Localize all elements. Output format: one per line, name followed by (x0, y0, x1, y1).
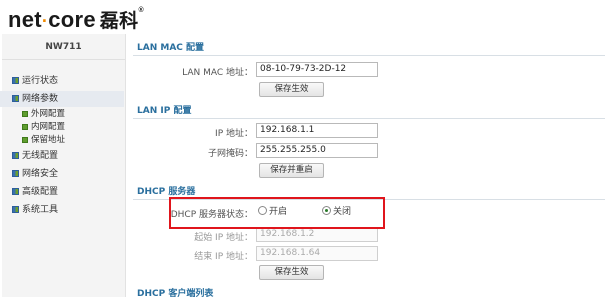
sidebar-item-security[interactable]: 网络安全 (0, 166, 124, 182)
brand-logo: net·core 磊科® (8, 7, 144, 32)
subnet-mask-label: 子网掩码： (207, 149, 253, 159)
square-icon (22, 124, 28, 130)
grid-icon (12, 206, 19, 213)
sidebar-subitem-reserved[interactable]: 保留地址 (0, 134, 124, 146)
save-mac-button[interactable]: 保存生效 (259, 82, 324, 97)
grid-icon (12, 77, 19, 84)
section-title-lan-mac: LAN MAC 配置 (133, 40, 605, 56)
grid-icon (12, 95, 19, 102)
sidebar-subitem-wan[interactable]: 外网配置 (0, 108, 124, 120)
end-ip-label: 结束 IP 地址： (194, 252, 253, 262)
highlight-box (169, 197, 385, 229)
header: net·core 磊科® (0, 0, 605, 34)
device-model: NW711 (2, 34, 125, 60)
ip-address-input[interactable]: 192.168.1.1 (256, 123, 378, 138)
sidebar-subitem-lan[interactable]: 内网配置 (0, 121, 124, 133)
start-ip-input[interactable]: 192.168.1.2 (256, 227, 378, 242)
sidebar-item-wireless[interactable]: 无线配置 (0, 148, 124, 164)
section-title-dhcp-clients: DHCP 客户端列表 (137, 289, 214, 297)
grid-icon (12, 170, 19, 177)
sidebar-item-advanced[interactable]: 高级配置 (0, 184, 124, 200)
grid-icon (12, 152, 19, 159)
save-dhcp-button[interactable]: 保存生效 (259, 265, 324, 280)
sidebar-item-network[interactable]: 网络参数 (0, 91, 124, 107)
end-ip-input[interactable]: 192.168.1.64 (256, 246, 378, 261)
ip-address-label: IP 地址： (215, 129, 253, 139)
sidebar-item-tools[interactable]: 系统工具 (0, 202, 124, 218)
start-ip-label: 起始 IP 地址： (194, 233, 253, 243)
square-icon (22, 111, 28, 117)
grid-icon (12, 188, 19, 195)
subnet-mask-input[interactable]: 255.255.255.0 (256, 143, 378, 158)
square-icon (22, 137, 28, 143)
lan-mac-input[interactable]: 08-10-79-73-2D-12 (256, 62, 378, 77)
save-restart-button[interactable]: 保存并重启 (259, 163, 324, 178)
sidebar-item-status[interactable]: 运行状态 (0, 73, 124, 89)
section-title-lan-ip: LAN IP 配置 (133, 103, 605, 119)
lan-mac-label: LAN MAC 地址： (182, 68, 253, 78)
